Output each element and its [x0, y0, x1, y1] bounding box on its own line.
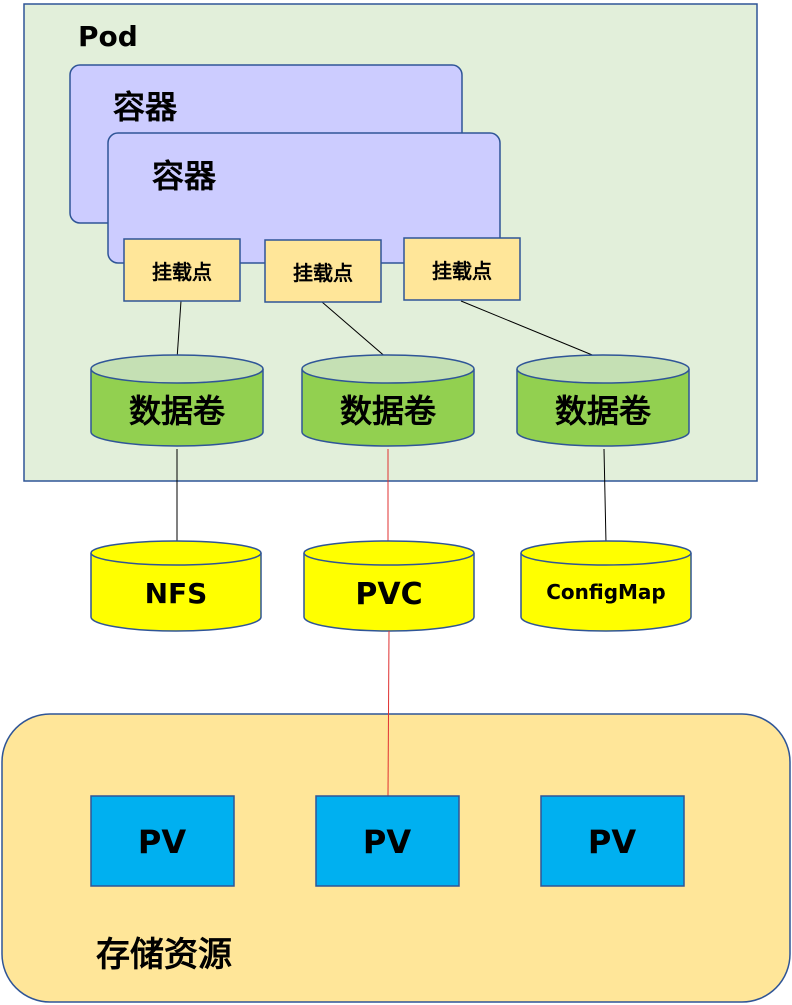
svg-text:PV: PV	[588, 823, 636, 861]
source-pvc: PVC	[303, 540, 475, 632]
volume-cylinder-1: 数据卷	[90, 354, 264, 447]
svg-text:数据卷: 数据卷	[340, 392, 437, 430]
pv-box-2: PV	[315, 795, 460, 887]
source-nfs: NFS	[90, 540, 262, 632]
svg-text:PV: PV	[363, 823, 411, 861]
source-configmap: ConfigMap	[520, 540, 692, 632]
storage-title: 存储资源	[96, 935, 232, 975]
volume-cylinder-2: 数据卷	[301, 354, 475, 447]
mount-point-1: 挂载点	[123, 238, 241, 302]
svg-text:NFS: NFS	[145, 577, 208, 610]
svg-text:PVC: PVC	[355, 577, 422, 612]
svg-text:数据卷: 数据卷	[129, 392, 226, 430]
volume-cylinder-3: 数据卷	[516, 354, 690, 447]
pod-title: Pod	[78, 20, 138, 53]
svg-text:数据卷: 数据卷	[555, 392, 652, 430]
svg-text:挂载点: 挂载点	[432, 259, 492, 283]
svg-text:PV: PV	[138, 823, 186, 861]
container-front-label: 容器	[152, 157, 217, 195]
container-back-label: 容器	[113, 88, 178, 126]
pv-box-3: PV	[540, 795, 685, 887]
pv-box-1: PV	[90, 795, 235, 887]
svg-text:挂载点: 挂载点	[293, 261, 353, 285]
mount-point-2: 挂载点	[264, 239, 382, 303]
svg-text:ConfigMap: ConfigMap	[546, 580, 666, 604]
mount-point-3: 挂载点	[403, 237, 521, 301]
kubernetes-volume-diagram: Pod 容器 容器 挂载点 挂载点 挂载点 数据卷 数据卷 数据卷 NFS PV…	[1, 3, 791, 1003]
svg-text:挂载点: 挂载点	[152, 260, 212, 284]
